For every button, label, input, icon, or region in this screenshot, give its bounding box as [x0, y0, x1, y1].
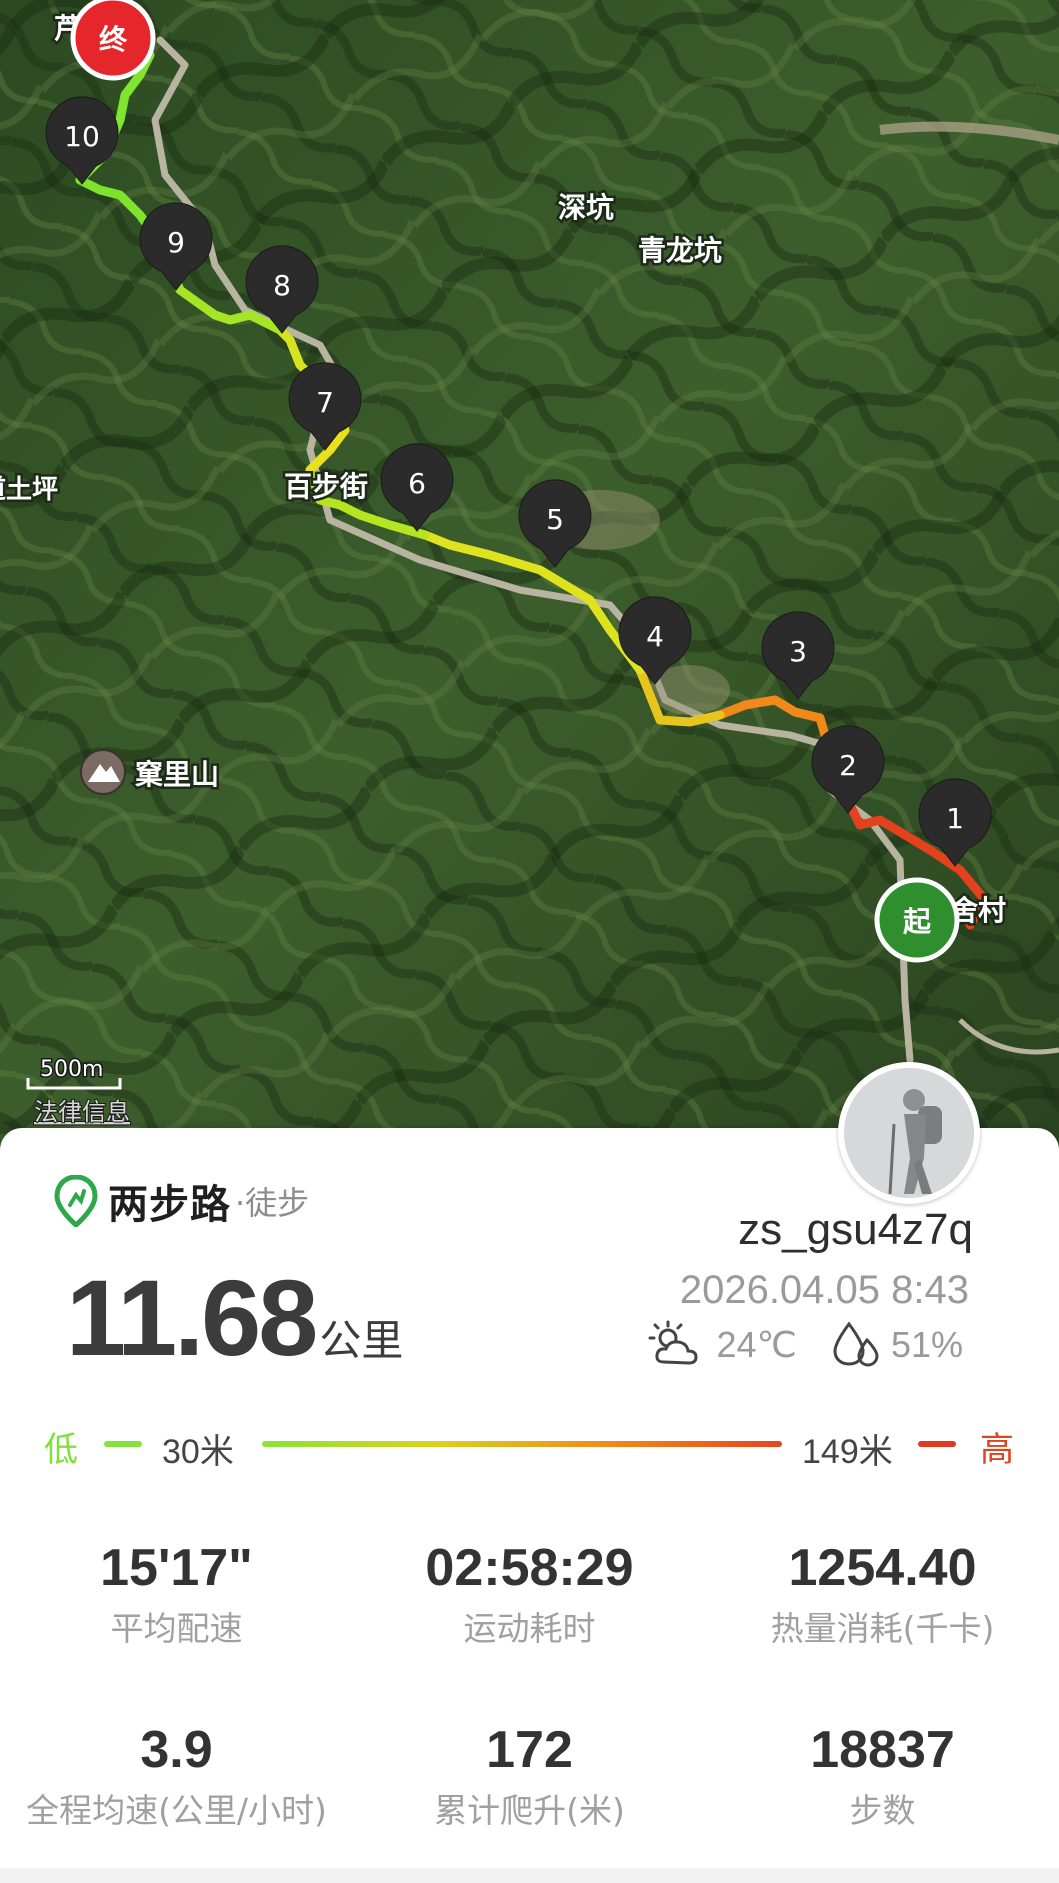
brand-name: 两步路 [108, 1182, 231, 1228]
place-label: 道土坪 [0, 474, 58, 505]
elevation-gradient-bar [262, 1441, 782, 1447]
start-label: 起 [903, 905, 932, 938]
bottom-edge [0, 1868, 1059, 1883]
brand-logo: 两步路 ·徒步 [54, 1172, 309, 1230]
activity-datetime: 2026.04.05 8:43 [679, 1268, 969, 1312]
stat-label: 运动耗时 [463, 1609, 596, 1648]
route-map[interactable]: 深坑 青龙坑 百步街 窠里山 道土坪 舍村 芦 12345678910 起 终 … [0, 0, 1059, 1150]
waypoint-number: 8 [273, 269, 291, 302]
weather-info: 24℃ 51% [646, 1320, 969, 1370]
waypoint-number: 10 [64, 120, 100, 153]
end-label: 终 [99, 23, 128, 56]
waypoint-number: 7 [316, 386, 334, 419]
hiker-icon [844, 1068, 974, 1198]
elevation-max: 149米 [802, 1433, 893, 1471]
activity-type: ·徒步 [235, 1184, 310, 1222]
stat-calories: 1254.40 热量消耗(千卡) [706, 1538, 1059, 1650]
distance-value: 11.68 [66, 1257, 318, 1378]
place-label: 百步街 [284, 470, 368, 503]
elevation-min: 30米 [162, 1433, 234, 1471]
waypoint-number: 4 [646, 620, 664, 653]
humidity: 51% [890, 1324, 963, 1365]
waypoint-number: 1 [946, 802, 964, 835]
waypoint-number: 2 [839, 749, 857, 782]
stat-label: 步数 [849, 1791, 916, 1830]
stat-value: 172 [486, 1721, 573, 1779]
svg-text:500m: 500m [40, 1057, 103, 1082]
stat-steps: 18837 步数 [706, 1720, 1059, 1832]
place-label: 窠里山 [134, 758, 219, 791]
elevation-low-swatch [104, 1441, 142, 1447]
total-distance: 11.68 公里 [66, 1255, 403, 1380]
avatar[interactable] [838, 1062, 980, 1204]
stat-duration: 02:58:29 运动耗时 [353, 1538, 706, 1650]
username: zs_gsu4z7q [738, 1205, 973, 1254]
partly-cloudy-icon [648, 1320, 698, 1365]
waypoint-number: 3 [789, 635, 807, 668]
stat-value: 3.9 [140, 1721, 213, 1779]
distance-unit: 公里 [319, 1316, 404, 1365]
place-label: 青龙坑 [638, 234, 722, 267]
stat-value: 18837 [810, 1721, 955, 1779]
stat-avg-speed: 3.9 全程均速(公里/小时) [0, 1720, 353, 1832]
mountain-peak-icon [80, 749, 126, 795]
stat-avg-pace: 15'17" 平均配速 [0, 1538, 353, 1650]
elevation-high-swatch [918, 1441, 956, 1447]
end-marker[interactable]: 终 [70, 0, 156, 81]
elevation-legend: 低 30米 149米 高 [44, 1418, 1014, 1471]
temperature: 24℃ [716, 1324, 797, 1365]
water-drops-icon [833, 1321, 879, 1367]
stat-value: 1254.40 [788, 1539, 977, 1597]
brand-pin-icon [54, 1175, 98, 1227]
place-label: 深坑 [558, 191, 614, 224]
stat-elevation-gain: 172 累计爬升(米) [353, 1720, 706, 1832]
stat-value: 15'17" [100, 1539, 253, 1597]
stat-label: 热量消耗(千卡) [770, 1609, 995, 1648]
elevation-high-label: 高 [980, 1430, 1014, 1470]
start-marker[interactable]: 起 [874, 877, 960, 963]
waypoint-number: 5 [546, 503, 564, 536]
waypoint-number: 9 [167, 226, 185, 259]
waypoint-number: 6 [408, 467, 426, 500]
legal-info-link[interactable]: 法律信息 [33, 1097, 131, 1127]
stat-label: 平均配速 [110, 1609, 243, 1648]
stat-value: 02:58:29 [425, 1539, 634, 1597]
stat-label: 累计爬升(米) [434, 1791, 625, 1830]
stat-label: 全程均速(公里/小时) [26, 1791, 327, 1830]
elevation-low-label: 低 [44, 1430, 78, 1470]
